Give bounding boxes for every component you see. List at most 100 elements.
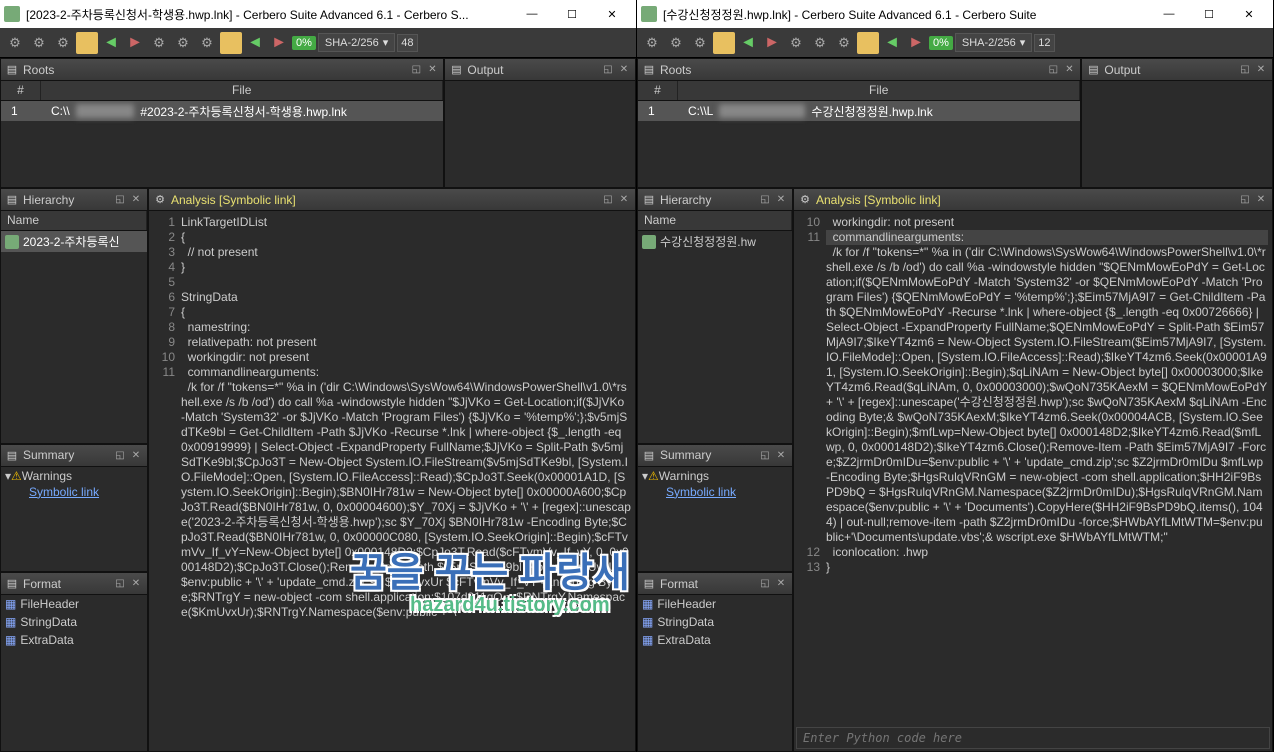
maximize-button[interactable]: ☐ bbox=[1189, 2, 1229, 26]
forward-icon[interactable]: ► bbox=[124, 32, 146, 54]
tree-item[interactable]: ▦StringData bbox=[638, 613, 792, 631]
gear-icon[interactable]: ⚙ bbox=[785, 32, 807, 54]
symbolic-link[interactable]: Symbolic link bbox=[1, 485, 147, 499]
gear-icon[interactable]: ⚙ bbox=[52, 32, 74, 54]
table-row[interactable]: 1 C:\\ redacted #2023-2-주차등록신청서-학생용.hwp.… bbox=[1, 101, 443, 121]
maximize-button[interactable]: ☐ bbox=[552, 2, 592, 26]
code-view[interactable]: 1LinkTargetIDList2{3 // not present4}56S… bbox=[149, 211, 635, 751]
roots-panel-header[interactable]: ▤ Roots ◱✕ bbox=[638, 59, 1080, 81]
hierarchy-panel-header[interactable]: ▤ Hierarchy ◱✕ bbox=[1, 189, 147, 211]
app-icon bbox=[4, 6, 20, 22]
roots-panel-header[interactable]: ▤ Roots ◱✕ bbox=[1, 59, 443, 81]
folder-icon[interactable] bbox=[713, 32, 735, 54]
tree-item[interactable]: ▦ExtraData bbox=[638, 631, 792, 649]
panel-float-icon[interactable]: ◱ bbox=[113, 448, 127, 462]
summary-panel-header[interactable]: ▤ Summary ◱✕ bbox=[1, 445, 147, 467]
forward-icon[interactable]: ► bbox=[761, 32, 783, 54]
panel-float-icon[interactable]: ◱ bbox=[1238, 63, 1252, 77]
gear-icon[interactable]: ⚙ bbox=[809, 32, 831, 54]
hash-dropdown[interactable]: SHA-2/256▾ bbox=[318, 33, 395, 52]
panel-close-icon[interactable]: ✕ bbox=[774, 193, 788, 207]
forward-icon[interactable]: ► bbox=[268, 32, 290, 54]
output-panel-header[interactable]: ▤ Output ◱✕ bbox=[1082, 59, 1272, 81]
back-icon[interactable]: ◄ bbox=[737, 32, 759, 54]
gear-icon[interactable]: ⚙ bbox=[28, 32, 50, 54]
panel-close-icon[interactable]: ✕ bbox=[129, 577, 143, 591]
panel-float-icon[interactable]: ◱ bbox=[601, 193, 615, 207]
panel-float-icon[interactable]: ◱ bbox=[113, 577, 127, 591]
tree-item[interactable]: 수강신청정정원.hw bbox=[638, 231, 792, 252]
panel-float-icon[interactable]: ◱ bbox=[601, 63, 615, 77]
tree-item[interactable]: ▦FileHeader bbox=[1, 595, 147, 613]
window-title: [수강신청정정원.hwp.lnk] - Cerbero Suite Advanc… bbox=[663, 6, 1149, 23]
gear-icon[interactable]: ⚙ bbox=[172, 32, 194, 54]
forward-icon[interactable]: ► bbox=[905, 32, 927, 54]
app-icon bbox=[641, 6, 657, 22]
back-icon[interactable]: ◄ bbox=[244, 32, 266, 54]
analysis-panel-header[interactable]: ⚙ Analysis [Symbolic link] ◱✕ bbox=[149, 189, 635, 211]
titlebar-right: [수강신청정정원.hwp.lnk] - Cerbero Suite Advanc… bbox=[637, 0, 1273, 28]
gear-icon[interactable]: ⚙ bbox=[196, 32, 218, 54]
num-field[interactable]: 48 bbox=[397, 34, 417, 52]
roots-icon: ▤ bbox=[5, 63, 19, 77]
gear-icon[interactable]: ⚙ bbox=[665, 32, 687, 54]
panel-float-icon[interactable]: ◱ bbox=[758, 193, 772, 207]
analysis-icon: ⚙ bbox=[798, 193, 812, 207]
tree-item[interactable]: ▾ ⚠ Warnings bbox=[638, 467, 792, 485]
folder-icon[interactable] bbox=[76, 32, 98, 54]
titlebar-left: [2023-2-주차등록신청서-학생용.hwp.lnk] - Cerbero S… bbox=[0, 0, 636, 28]
output-panel-header[interactable]: ▤ Output ◱✕ bbox=[445, 59, 635, 81]
panel-close-icon[interactable]: ✕ bbox=[425, 63, 439, 77]
gear-icon[interactable]: ⚙ bbox=[689, 32, 711, 54]
num-field[interactable]: 12 bbox=[1034, 34, 1054, 52]
code-view[interactable]: 10 workingdir: not present11 commandline… bbox=[794, 211, 1272, 725]
chevron-down-icon: ▾ bbox=[383, 36, 389, 49]
gear-icon[interactable]: ⚙ bbox=[148, 32, 170, 54]
panel-close-icon[interactable]: ✕ bbox=[1254, 193, 1268, 207]
tree-item[interactable]: ▦StringData bbox=[1, 613, 147, 631]
panel-float-icon[interactable]: ◱ bbox=[1238, 193, 1252, 207]
folder-icon[interactable] bbox=[220, 32, 242, 54]
panel-close-icon[interactable]: ✕ bbox=[774, 448, 788, 462]
panel-float-icon[interactable]: ◱ bbox=[409, 63, 423, 77]
panel-close-icon[interactable]: ✕ bbox=[617, 193, 631, 207]
summary-panel-header[interactable]: ▤ Summary ◱✕ bbox=[638, 445, 792, 467]
panel-close-icon[interactable]: ✕ bbox=[129, 193, 143, 207]
symbolic-link[interactable]: Symbolic link bbox=[638, 485, 792, 499]
table-row[interactable]: 1 C:\\L redacted-path 수강신청정정원.hwp.lnk bbox=[638, 101, 1080, 121]
hierarchy-panel-header[interactable]: ▤ Hierarchy ◱✕ bbox=[638, 189, 792, 211]
output-body bbox=[445, 81, 635, 187]
hash-dropdown[interactable]: SHA-2/256▾ bbox=[955, 33, 1032, 52]
gear-icon[interactable]: ⚙ bbox=[641, 32, 663, 54]
gear-icon[interactable]: ⚙ bbox=[4, 32, 26, 54]
close-button[interactable]: ✕ bbox=[1229, 2, 1269, 26]
minimize-button[interactable]: — bbox=[512, 2, 552, 26]
roots-table-body: 1 C:\\ redacted #2023-2-주차등록신청서-학생용.hwp.… bbox=[1, 101, 443, 187]
summary-icon: ▤ bbox=[5, 448, 19, 462]
gear-icon[interactable]: ⚙ bbox=[833, 32, 855, 54]
format-panel-header[interactable]: ▤ Format ◱✕ bbox=[638, 573, 792, 595]
format-panel-header[interactable]: ▤ Format ◱✕ bbox=[1, 573, 147, 595]
back-icon[interactable]: ◄ bbox=[100, 32, 122, 54]
panel-close-icon[interactable]: ✕ bbox=[617, 63, 631, 77]
panel-float-icon[interactable]: ◱ bbox=[758, 448, 772, 462]
panel-float-icon[interactable]: ◱ bbox=[1046, 63, 1060, 77]
panel-close-icon[interactable]: ✕ bbox=[1062, 63, 1076, 77]
minimize-button[interactable]: — bbox=[1149, 2, 1189, 26]
tree-item[interactable]: ▾ ⚠ Warnings bbox=[1, 467, 147, 485]
close-button[interactable]: ✕ bbox=[592, 2, 632, 26]
roots-table-header: # File bbox=[1, 81, 443, 101]
panel-close-icon[interactable]: ✕ bbox=[1254, 63, 1268, 77]
panel-close-icon[interactable]: ✕ bbox=[774, 577, 788, 591]
back-icon[interactable]: ◄ bbox=[881, 32, 903, 54]
panel-close-icon[interactable]: ✕ bbox=[129, 448, 143, 462]
folder-icon[interactable] bbox=[857, 32, 879, 54]
tree-item[interactable]: 2023-2-주차등록신 bbox=[1, 231, 147, 252]
analysis-panel-header[interactable]: ⚙ Analysis [Symbolic link] ◱✕ bbox=[794, 189, 1272, 211]
panel-float-icon[interactable]: ◱ bbox=[758, 577, 772, 591]
tree-item[interactable]: ▦ExtraData bbox=[1, 631, 147, 649]
python-input[interactable] bbox=[796, 727, 1270, 749]
panel-float-icon[interactable]: ◱ bbox=[113, 193, 127, 207]
warning-icon: ⚠ bbox=[11, 469, 22, 483]
tree-item[interactable]: ▦FileHeader bbox=[638, 595, 792, 613]
